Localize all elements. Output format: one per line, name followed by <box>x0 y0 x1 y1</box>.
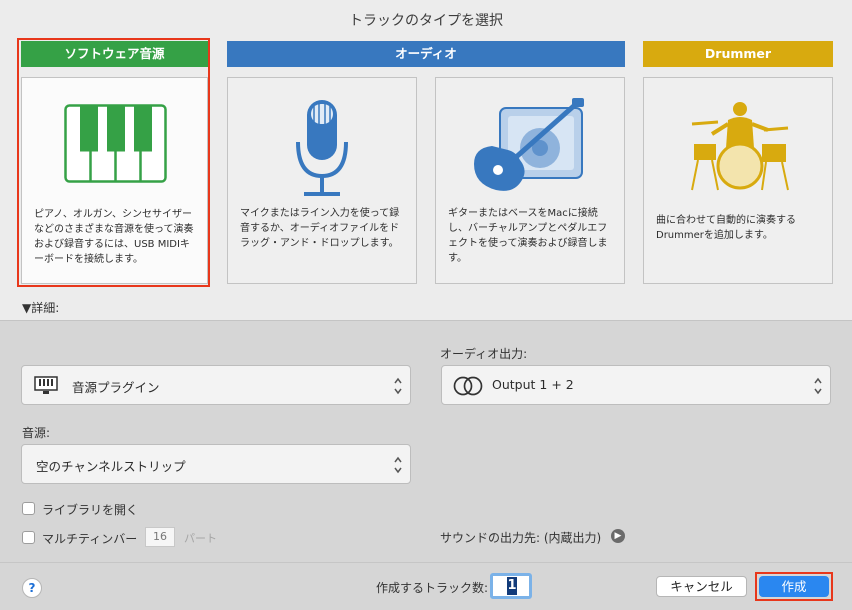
audio-output-value: Output 1 + 2 <box>492 377 574 392</box>
drummer-card[interactable]: 曲に合わせて自動的に演奏する Drummerを追加します。 <box>643 77 833 284</box>
drummer-description: 曲に合わせて自動的に演奏する Drummerを追加します。 <box>656 215 796 241</box>
chevron-updown-icon <box>814 377 822 395</box>
instrument-plugin-value: 音源プラグイン <box>72 380 160 395</box>
guitar-amp-icon <box>474 98 584 191</box>
open-library-label: ライブラリを開く <box>42 503 139 517</box>
selection-highlight <box>17 38 210 287</box>
sound-source-value: 空のチャンネルストリップ <box>36 459 186 474</box>
stereo-output-icon <box>453 376 483 396</box>
track-count-label: 作成するトラック数: <box>376 581 489 595</box>
track-count-input[interactable]: 1 <box>490 573 532 599</box>
audio-microphone-description: マイクまたはライン入力を使って録 音するか、オーディオファイルをド ラッグ・アン… <box>240 208 400 249</box>
open-library-checkbox[interactable] <box>22 502 35 515</box>
sound-source-popup[interactable]: 空のチャンネルストリップ <box>21 444 411 484</box>
chevron-updown-icon <box>394 377 402 395</box>
audio-microphone-card[interactable]: マイクまたはライン入力を使って録 音するか、オーディオファイルをド ラッグ・アン… <box>227 77 417 284</box>
audio-guitar-card[interactable]: ギターまたはベースをMacに接続 し、バーチャルアンプとペダルエフ ェクトを使っ… <box>435 77 625 284</box>
dialog-title: トラックのタイプを選択 <box>349 13 503 29</box>
tab-audio[interactable]: オーディオ <box>227 41 625 67</box>
drummer-icon <box>691 102 789 191</box>
instrument-plugin-popup[interactable]: 音源プラグイン <box>21 365 411 405</box>
sound-output-arrow-icon[interactable]: ▶ <box>611 529 625 543</box>
multi-timbral-checkbox[interactable] <box>22 531 35 544</box>
track-count-value: 1 <box>507 577 517 595</box>
audio-output-popup[interactable]: Output 1 + 2 <box>441 365 831 405</box>
keyboard-icon <box>34 376 58 394</box>
create-button[interactable]: 作成 <box>759 576 829 597</box>
sound-output-label: サウンドの出力先: (内蔵出力) <box>440 531 602 545</box>
multi-timbral-parts-field[interactable]: 16 <box>145 527 175 547</box>
panel-divider <box>0 320 852 321</box>
audio-output-label: オーディオ出力: <box>440 347 528 361</box>
chevron-updown-icon <box>394 456 402 474</box>
help-button[interactable]: ? <box>22 578 42 598</box>
audio-guitar-description: ギターまたはベースをMacに接続 し、バーチャルアンプとペダルエフ ェクトを使っ… <box>448 208 608 264</box>
parts-label: パート <box>184 532 217 545</box>
tab-drummer[interactable]: Drummer <box>643 41 833 67</box>
sound-source-label: 音源: <box>22 426 51 440</box>
microphone-icon <box>296 100 348 196</box>
cancel-button[interactable]: キャンセル <box>656 576 747 597</box>
multi-timbral-label: マルチティンバー <box>42 532 138 546</box>
details-disclosure[interactable]: ▼詳細: <box>22 299 59 316</box>
footer-divider <box>0 562 852 563</box>
